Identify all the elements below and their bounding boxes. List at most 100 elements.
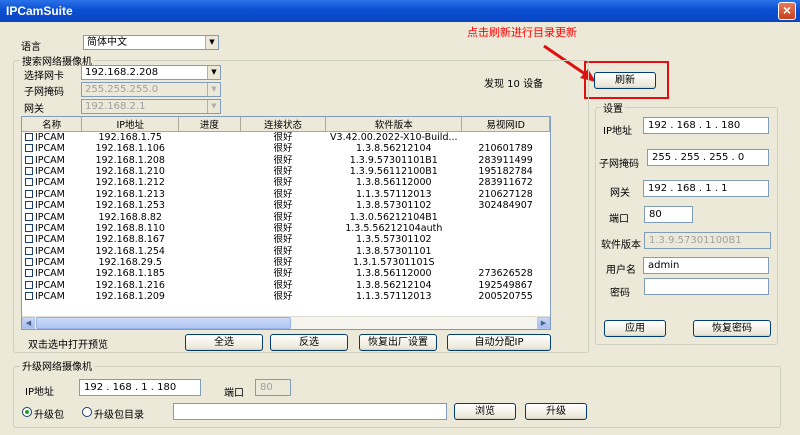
row-checkbox[interactable] (25, 189, 33, 198)
select-all-button[interactable]: 全选 (185, 334, 263, 351)
table-row[interactable]: IPCAM 192.168.8.82 很好 1.3.0.56212104B1 (22, 211, 550, 223)
cell-status: 很好 (273, 245, 293, 257)
settings-password-input[interactable] (644, 278, 769, 295)
apply-button[interactable]: 应用 (604, 320, 666, 337)
cell-name: IPCAM (22, 154, 82, 166)
cell-p2p-id: 192549867 (478, 279, 533, 291)
cell-name: IPCAM (22, 189, 82, 200)
refresh-button[interactable]: 刷新 (594, 72, 656, 89)
table-row[interactable]: IPCAM 192.168.8.110 很好 1.3.5.56212104auth (22, 223, 550, 234)
table-row[interactable]: IPCAM 192.168.1.254 很好 1.3.8.57301101 (22, 246, 550, 257)
settings-group-title: 设置 (601, 100, 625, 115)
cell-status: 很好 (273, 211, 293, 223)
upgrade-dir-radio[interactable] (82, 407, 92, 417)
table-row[interactable]: IPCAM 192.168.1.212 很好 1.3.8.56112000 283911… (22, 177, 550, 188)
table-row[interactable]: IPCAM 192.168.29.5 很好 1.3.1.57301101S (22, 257, 550, 268)
upgrade-button[interactable]: 升级 (525, 403, 587, 420)
table-row[interactable]: IPCAM 192.168.1.208 很好 1.3.9.57301101B1 2839… (22, 154, 550, 166)
cell-ip: 192.168.1.212 (95, 177, 165, 189)
column-header-status[interactable]: 连接状态 (240, 117, 327, 132)
mask-select: 255.255.255.0 ▼ (81, 82, 221, 97)
auto-ip-button[interactable]: 自动分配IP (447, 334, 551, 351)
upgrade-ip-input[interactable]: 192 . 168 . 1 . 180 (79, 379, 201, 396)
cell-version: 1.1.3.57112013 (356, 291, 432, 303)
cell-progress (179, 223, 241, 234)
cell-version: 1.3.8.57301101 (356, 245, 432, 257)
row-checkbox[interactable] (25, 178, 33, 187)
table-row[interactable]: IPCAM 192.168.1.253 很好 1.3.8.57301102 302484… (22, 200, 550, 211)
upgrade-path-input[interactable] (173, 403, 447, 420)
row-checkbox[interactable] (25, 155, 33, 164)
cell-version: 1.3.5.57301102 (356, 234, 432, 246)
cell-name: IPCAM (22, 223, 82, 234)
scroll-left-icon[interactable]: ◀ (22, 317, 35, 329)
row-checkbox[interactable] (25, 280, 33, 289)
cell-p2p-id: 210627128 (478, 188, 533, 200)
row-checkbox[interactable] (25, 201, 33, 210)
row-checkbox[interactable] (25, 212, 33, 221)
scrollbar-thumb[interactable] (36, 317, 291, 329)
gateway-label: 网关 (24, 104, 44, 115)
settings-mask-input[interactable]: 255 . 255 . 255 . 0 (647, 149, 769, 166)
column-header-version[interactable]: 软件版本 (325, 117, 463, 132)
chevron-down-icon[interactable]: ▼ (207, 66, 220, 79)
cell-p2p-id (462, 211, 550, 222)
upgrade-port-label: 端口 (224, 388, 244, 399)
cell-name: IPCAM (22, 268, 82, 279)
column-header-name[interactable]: 名称 (22, 117, 83, 132)
cell-ip: 192.168.1.254 (95, 245, 165, 257)
cell-progress (179, 291, 241, 302)
row-checkbox[interactable] (25, 269, 33, 278)
table-row[interactable]: IPCAM 192.168.8.167 很好 1.3.5.57301102 (22, 234, 550, 245)
settings-port-input[interactable]: 80 (644, 206, 693, 223)
cell-name-text: IPCAM (35, 257, 65, 269)
cell-ip: 192.168.8.82 (98, 211, 162, 223)
cell-name-text: IPCAM (35, 132, 65, 143)
cell-p2p-id: 273626528 (478, 268, 533, 280)
column-header-progress[interactable]: 进度 (178, 117, 241, 132)
language-select[interactable]: 简体中文 ▼ (83, 35, 219, 50)
cell-name: IPCAM (22, 166, 82, 177)
browse-button[interactable]: 浏览 (454, 403, 516, 420)
upgrade-ip-label: IP地址 (25, 387, 54, 398)
table-row[interactable]: IPCAM 192.168.1.185 很好 1.3.8.56112000 273626… (22, 268, 550, 279)
camera-table: 名称 IP地址 进度 连接状态 软件版本 易视网ID IPCAM 192.168.… (21, 116, 551, 330)
scroll-right-icon[interactable]: ▶ (537, 317, 550, 329)
row-checkbox[interactable] (25, 246, 33, 255)
settings-gateway-input[interactable]: 192 . 168 . 1 . 1 (643, 180, 769, 197)
row-checkbox[interactable] (25, 292, 33, 301)
cell-version: 1.3.9.56112100B1 (349, 165, 438, 177)
table-row[interactable]: IPCAM 192.168.1.106 很好 1.3.8.56212104 210601… (22, 143, 550, 154)
found-count: 发现 10 设备 (484, 79, 544, 90)
table-row[interactable]: IPCAM 192.168.1.209 很好 1.1.3.57112013 200520… (22, 291, 550, 302)
factory-reset-button[interactable]: 恢复出厂设置 (359, 334, 437, 351)
row-checkbox[interactable] (25, 144, 33, 153)
horizontal-scrollbar[interactable]: ◀ ▶ (22, 316, 550, 329)
cell-version: 1.3.0.56212104B1 (349, 211, 438, 223)
table-row[interactable]: IPCAM 192.168.1.213 很好 1.1.3.57112013 210627… (22, 189, 550, 200)
table-row[interactable]: IPCAM 192.168.1.210 很好 1.3.9.56112100B1 1951… (22, 166, 550, 177)
restore-password-button[interactable]: 恢复密码 (693, 320, 771, 337)
nic-label: 选择网卡 (24, 71, 64, 82)
invert-selection-button[interactable]: 反选 (270, 334, 348, 351)
row-checkbox[interactable] (25, 166, 33, 175)
column-header-ip[interactable]: IP地址 (81, 117, 180, 132)
chevron-down-icon: ▼ (207, 100, 220, 113)
table-row[interactable]: IPCAM 192.168.1.75 很好 V3.42.00.2022-X10-Bui… (22, 132, 550, 143)
row-checkbox[interactable] (25, 235, 33, 244)
row-checkbox[interactable] (25, 223, 33, 232)
close-icon[interactable]: × (778, 2, 796, 20)
cell-name: IPCAM (22, 132, 82, 143)
row-checkbox[interactable] (25, 133, 33, 141)
cell-status: 很好 (273, 200, 293, 212)
column-header-p2p-id[interactable]: 易视网ID (461, 117, 550, 132)
settings-user-input[interactable]: admin (643, 257, 769, 274)
row-checkbox[interactable] (25, 258, 33, 267)
nic-select[interactable]: 192.168.2.208 ▼ (81, 65, 221, 80)
table-row[interactable]: IPCAM 192.168.1.216 很好 1.3.8.56212104 192549… (22, 280, 550, 291)
preview-hint: 双击选中打开预览 (28, 340, 108, 351)
settings-ip-input[interactable]: 192 . 168 . 1 . 180 (643, 117, 769, 134)
upgrade-package-radio[interactable] (22, 407, 32, 417)
chevron-down-icon[interactable]: ▼ (205, 36, 218, 49)
cell-status: 很好 (273, 188, 293, 200)
